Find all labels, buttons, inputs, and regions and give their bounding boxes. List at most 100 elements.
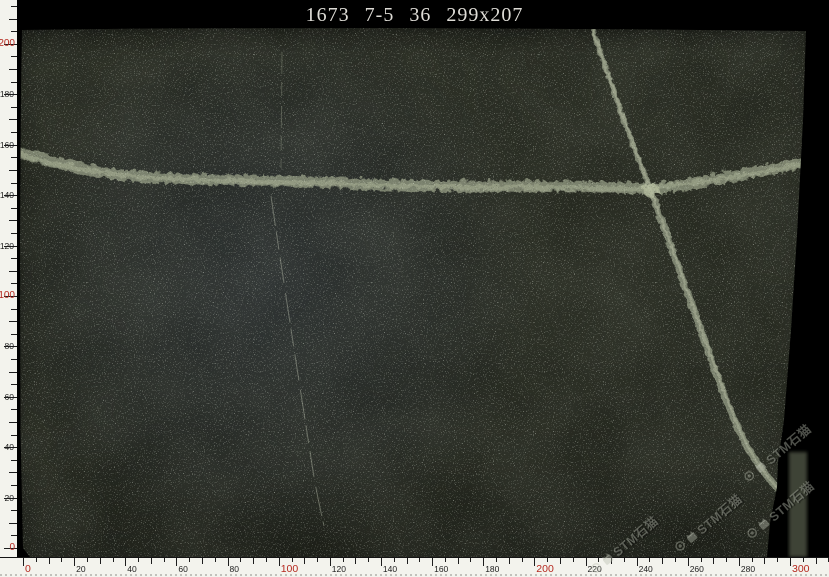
ruler-tick [816,558,817,564]
ruler-tick [534,558,535,566]
vertical-ruler-label: 140 [0,190,14,200]
horizontal-ruler-label: 80 [230,564,239,574]
bottom-dotted-line [0,574,829,576]
ruler-tick [688,558,689,566]
ruler-tick [253,558,254,564]
horizontal-ruler-label: 260 [690,564,704,574]
ruler-tick [662,558,663,564]
ruler-tick [611,558,612,564]
ruler-tick [11,309,17,310]
ruler-tick [87,558,88,562]
ruler-tick [74,558,75,566]
ruler-tick [9,372,17,373]
horizontal-ruler-label: 160 [434,564,448,574]
ruler-tick [11,258,17,259]
ruler-tick [317,558,318,562]
ruler-tick [675,558,676,562]
ruler-tick [637,558,638,566]
ruler-tick [113,558,114,562]
ruler-tick [432,558,433,566]
vertical-ruler-label: 180 [0,89,14,99]
vertical-ruler-label: 200 [0,39,15,49]
vertical-ruler-label: 80 [0,341,14,351]
ruler-tick [11,460,17,461]
ruler-tick [330,558,331,566]
ruler-tick [445,558,446,562]
ruler-tick [560,558,561,564]
horizontal-ruler-label: 140 [383,564,397,574]
vertical-ruler: 200180160140120100806040200 [0,0,17,558]
horizontal-ruler-label: 100 [281,563,299,575]
ruler-tick [598,558,599,562]
ruler-tick [777,558,778,562]
ruler-tick [304,558,305,564]
ruler-tick [11,157,17,158]
horizontal-ruler-label: 240 [639,564,653,574]
ruler-tick [649,558,650,562]
ruler-tick [9,422,17,423]
ruler-tick [522,558,523,562]
ruler-tick [547,558,548,562]
horizontal-ruler-label: 120 [332,564,346,574]
ruler-tick [11,208,17,209]
ruler-tick [11,233,17,234]
vertical-ruler-label: 0 [0,543,15,553]
ruler-tick [11,384,17,385]
ruler-tick [496,558,497,562]
ruler-tick [151,558,152,564]
ruler-tick [11,359,17,360]
ruler-tick [458,558,459,564]
ruler-tick [11,56,17,57]
horizontal-ruler-label: 0 [25,563,31,575]
ruler-tick [394,558,395,562]
ruler-tick [292,558,293,562]
ruler-tick [752,558,753,562]
ruler-tick [343,558,344,562]
ruler-tick [279,558,280,566]
horizontal-ruler-label: 220 [588,564,602,574]
ruler-tick [49,558,50,564]
ruler-tick [11,31,17,32]
ruler-tick [419,558,420,562]
horizontal-ruler: 0204060801001201401601802002202402602803… [0,557,829,577]
horizontal-ruler-label: 280 [741,564,755,574]
ruler-tick [176,558,177,566]
vertical-ruler-label: 20 [0,493,14,503]
ruler-tick [240,558,241,562]
ruler-tick [266,558,267,562]
ruler-tick [9,19,17,20]
ruler-tick [61,558,62,562]
ruler-tick [11,409,17,410]
ruler-tick [9,170,17,171]
ruler-tick [11,132,17,133]
ruler-tick [9,220,17,221]
ruler-tick [381,558,382,566]
ruler-tick [713,558,714,564]
ruler-tick [9,321,17,322]
ruler-tick [9,69,17,70]
ruler-tick [9,271,17,272]
ruler-tick [215,558,216,562]
ruler-tick [11,283,17,284]
background-strip-fragment [789,452,807,557]
horizontal-ruler-label: 180 [485,564,499,574]
vertical-ruler-label: 60 [0,392,14,402]
ruler-tick [9,119,17,120]
ruler-tick [483,558,484,566]
ruler-tick [368,558,369,562]
horizontal-ruler-label: 200 [536,563,554,575]
ruler-tick [11,435,17,436]
ruler-tick [100,558,101,564]
ruler-tick [11,6,17,7]
ruler-tick [407,558,408,564]
horizontal-ruler-label: 60 [178,564,187,574]
ruler-tick [36,558,37,562]
ruler-tick [470,558,471,562]
slab-photo [0,0,829,577]
ruler-tick [355,558,356,564]
ruler-tick [764,558,765,564]
ruler-tick [701,558,702,562]
slab-id-title: 1673 7-5 36 299x207 [306,4,524,27]
ruler-tick [189,558,190,562]
ruler-tick [11,510,17,511]
